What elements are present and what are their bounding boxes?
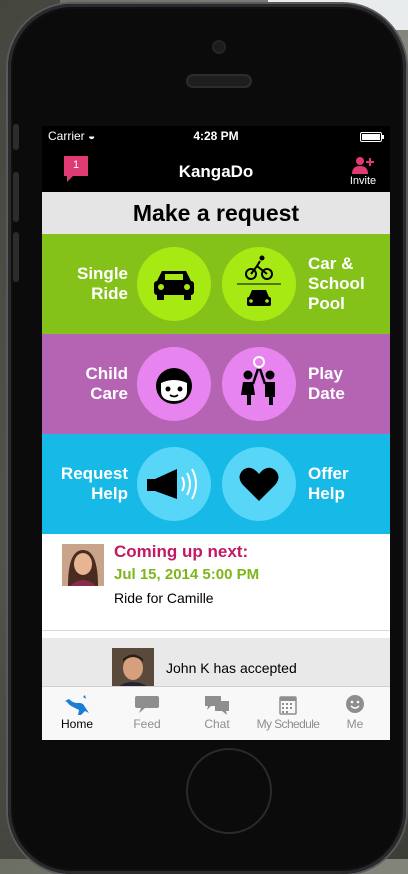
tab-my-schedule-label: My Schedule — [256, 717, 320, 731]
play-date-label[interactable]: Play Date — [308, 364, 388, 404]
single-ride-button[interactable] — [137, 247, 211, 321]
battery-icon — [360, 132, 384, 142]
smiley-icon — [346, 695, 364, 713]
child-care-label[interactable]: Child Care — [48, 364, 129, 404]
mute-switch — [13, 124, 19, 150]
status-time: 4:28 PM — [193, 129, 239, 143]
home-button[interactable] — [186, 748, 272, 834]
tab-feed-label: Feed — [133, 717, 161, 731]
tab-bar: Home Feed Chat My Schedule Me — [42, 686, 390, 740]
tab-feed[interactable]: Feed — [114, 693, 180, 731]
speech-bubble-icon — [135, 696, 159, 713]
request-row-care: Child Care Play Date — [42, 334, 390, 434]
single-ride-label[interactable]: Single Ride — [48, 264, 128, 304]
tab-me[interactable]: Me — [322, 693, 388, 731]
offer-help-button[interactable] — [222, 447, 296, 521]
bike-car-pool-icon — [237, 255, 281, 306]
front-camera — [214, 42, 224, 52]
request-row-help: Request Help Offer Help — [42, 434, 390, 534]
tab-home[interactable]: Home — [44, 693, 110, 731]
invite-button[interactable]: Invite — [342, 156, 384, 187]
play-date-button[interactable] — [222, 347, 296, 421]
nav-bar: 1 KangaDo Invite — [42, 146, 390, 192]
volume-down-button — [13, 232, 19, 282]
child-care-button[interactable] — [137, 347, 211, 421]
offer-help-label[interactable]: Offer Help — [308, 464, 388, 504]
activity-text: John K has accepted — [166, 660, 297, 676]
make-request-heading: Make a request — [42, 192, 390, 234]
request-row-rides: Single Ride Car & School Pool — [42, 234, 390, 334]
status-bar: Carrier ◒ 4:28 PM — [42, 126, 390, 146]
avatar — [112, 648, 154, 688]
request-help-button[interactable] — [137, 447, 211, 521]
request-help-label[interactable]: Request Help — [48, 464, 128, 504]
invite-label: Invite — [349, 175, 377, 187]
heart-icon — [239, 467, 279, 501]
app-screen: Carrier ◒ 4:28 PM 1 KangaDo Invite Make … — [42, 126, 390, 740]
car-icon — [154, 271, 194, 300]
coming-up-heading: Coming up next: — [114, 542, 249, 561]
megaphone-icon — [147, 468, 197, 500]
tab-my-schedule[interactable]: My Schedule — [252, 693, 324, 731]
app-title: KangaDo — [178, 162, 254, 181]
event-description: Ride for Camille — [114, 590, 214, 606]
tab-home-label: Home — [60, 717, 93, 731]
chat-bubbles-icon — [205, 696, 229, 715]
upcoming-event-card[interactable]: Coming up next: Jul 15, 2014 5:00 PM Rid… — [42, 534, 390, 631]
kangaroo-icon — [65, 695, 89, 715]
calendar-icon — [279, 696, 297, 715]
earpiece-speaker — [188, 76, 250, 86]
kids-playing-icon — [241, 356, 275, 405]
tab-chat-label: Chat — [204, 717, 230, 731]
add-person-icon — [352, 157, 374, 174]
volume-up-button — [13, 172, 19, 222]
event-datetime: Jul 15, 2014 5:00 PM — [114, 566, 260, 583]
tab-chat[interactable]: Chat — [184, 693, 250, 731]
avatar — [62, 544, 104, 586]
child-face-icon — [156, 368, 192, 404]
car-school-pool-button[interactable] — [222, 247, 296, 321]
car-school-pool-label[interactable]: Car & School Pool — [308, 254, 388, 314]
tab-me-label: Me — [346, 717, 364, 731]
